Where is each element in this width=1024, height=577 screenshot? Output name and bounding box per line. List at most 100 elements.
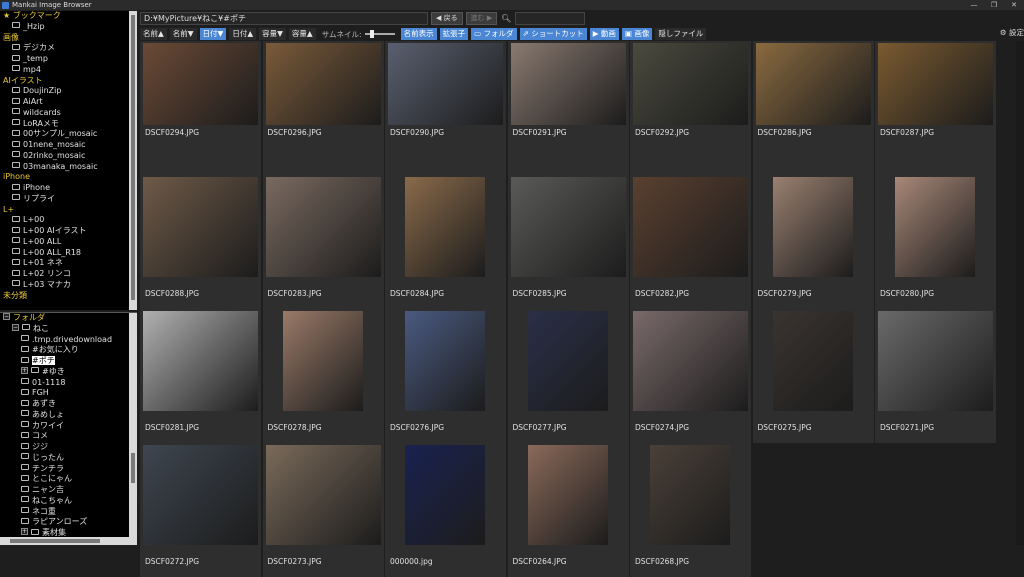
thumbnail-item[interactable]: DSCF0286.JPG [752,41,874,175]
filter-toggle[interactable]: ⇗ ショートカット [519,28,587,40]
tree-item[interactable]: L+00 ALL [0,237,137,248]
tree-item[interactable]: L+03 マナカ [0,280,137,291]
forward-button[interactable]: 進む ▶ [465,11,498,25]
tree-item[interactable]: + #ゆき [0,366,137,378]
tree-item[interactable]: とこにゃん [0,474,137,485]
thumbnail-item[interactable]: DSCF0287.JPG [875,41,996,175]
tree-item[interactable]: FGH [0,388,137,399]
tree-item[interactable]: ネコ重 [0,507,137,518]
tree-item[interactable]: カワイイ [0,421,137,432]
thumbnail-item[interactable]: DSCF0275.JPG [752,309,874,443]
thumbnail-item[interactable]: DSCF0288.JPG [140,175,261,309]
tree-item[interactable]: チンチラ [0,464,137,475]
thumbnail-item[interactable]: DSCF0276.JPG [385,309,506,443]
thumbnail-item[interactable]: 000000.jpg [385,443,506,577]
sort-button[interactable]: 日付▼ [199,28,227,40]
filter-toggle[interactable]: ▶ 動画 [589,28,619,40]
thumbnail-item[interactable]: DSCF0271.JPG [875,309,996,443]
tree-item[interactable]: 00サンプル_mosaic [0,129,137,140]
tree-item[interactable]: じったん [0,453,137,464]
tree-item[interactable]: ねこちゃん [0,496,137,507]
tree-item[interactable]: iPhone [0,172,137,183]
tree-item[interactable]: DoujinZip [0,86,137,97]
thumbnail-item[interactable]: DSCF0281.JPG [140,309,261,443]
tree-item[interactable]: L+00 [0,215,137,226]
tree-item[interactable]: L+02 リンコ [0,269,137,280]
thumbnail-item[interactable]: DSCF0264.JPG [507,443,629,577]
tree-item[interactable]: 02rinko_mosaic [0,151,137,162]
tree-item[interactable]: L+01 ネネ [0,258,137,269]
tree-item[interactable]: ジジ [0,442,137,453]
filter-toggle[interactable]: 拡張子 [439,28,469,40]
tree-item[interactable]: − ねこ [0,323,137,335]
sort-button[interactable]: 日付▲ [229,28,257,40]
folder-tree-hscrollbar[interactable] [0,537,137,545]
thumbnail-item[interactable]: DSCF0272.JPG [140,443,261,577]
thumbnail-item[interactable]: DSCF0296.JPG [262,41,384,175]
tree-item[interactable]: − フォルダ [0,313,137,324]
tree-item[interactable]: LoRAメモ [0,119,137,130]
thumbnail-item[interactable]: DSCF0278.JPG [262,309,384,443]
thumbnail-item[interactable]: DSCF0280.JPG [875,175,996,309]
thumbnail-item[interactable]: DSCF0294.JPG [140,41,261,175]
thumbnail-item[interactable]: DSCF0285.JPG [507,175,629,309]
expand-icon[interactable]: + [21,366,28,374]
filter-toggle[interactable]: 名前表示 [400,28,437,40]
thumbnail-size-slider[interactable] [364,28,395,40]
tree-item[interactable]: コメ [0,431,137,442]
thumbnail-item[interactable]: DSCF0273.JPG [262,443,384,577]
tree-item[interactable]: ラピアンローズ [0,517,137,528]
tree-item[interactable]: iPhone [0,183,137,194]
thumbnail-item[interactable]: DSCF0284.JPG [385,175,506,309]
close-button[interactable]: ✕ [1004,0,1024,10]
tree-item[interactable]: あずき [0,399,137,410]
thumbnail-item[interactable]: DSCF0292.JPG [630,41,751,175]
thumbnail-item[interactable]: DSCF0283.JPG [262,175,384,309]
thumbnail-item[interactable]: DSCF0268.JPG [630,443,751,577]
tree-item[interactable]: wildcards [0,108,137,119]
search-input[interactable] [515,11,586,25]
tree-item[interactable]: ニャン吉 [0,485,137,496]
tree-item[interactable]: _Hzip [0,22,137,33]
bookmark-tree-scrollbar[interactable] [129,11,137,310]
back-button[interactable]: ◀ 戻る [431,11,463,25]
tree-item[interactable]: 未分類 [0,291,137,302]
tree-item[interactable]: 画像 [0,33,137,44]
filter-toggle[interactable]: ▣ 画像 [621,28,653,40]
thumbnail-item[interactable]: DSCF0291.JPG [507,41,629,175]
tree-item[interactable]: _temp [0,54,137,65]
filter-toggle[interactable]: 隠しファイル [655,28,707,40]
tree-item[interactable]: L+00 AIイラスト [0,226,137,237]
thumbnail-item[interactable]: DSCF0279.JPG [752,175,874,309]
tree-item[interactable]: #お気に入り [0,345,137,356]
sort-button[interactable]: 容量▲ [288,28,316,40]
tree-item[interactable]: リプライ [0,194,137,205]
tree-item[interactable]: L+00 ALL_R18 [0,248,137,259]
filter-toggle[interactable]: ▭ フォルダ [471,28,517,40]
tree-item[interactable]: 01-1118 [0,378,137,389]
minimize-button[interactable]: — [964,0,984,10]
thumbnail-item[interactable]: DSCF0277.JPG [507,309,629,443]
sort-button[interactable]: 容量▼ [259,28,286,40]
sort-button[interactable]: 名前▼ [169,28,197,40]
path-input[interactable]: D:¥MyPicture¥ねこ¥#ポチ [140,11,428,25]
sort-button[interactable]: 名前▲ [140,28,167,40]
tree-item[interactable]: 03manaka_mosaic [0,162,137,173]
tree-item[interactable]: AIイラスト [0,76,137,87]
tree-item[interactable]: .tmp.drivedownload [0,335,137,346]
thumbnail-item[interactable]: DSCF0282.JPG [630,175,751,309]
tree-item[interactable]: ★ ブックマーク [0,11,137,22]
tree-item[interactable]: #ポチ [0,356,137,367]
collapse-icon[interactable]: − [12,323,19,331]
tree-item[interactable]: あめしょ [0,410,137,421]
thumbnail-grid-scrollbar[interactable] [1016,41,1024,545]
tree-item[interactable]: デジカメ [0,43,137,54]
tree-item[interactable]: 01nene_mosaic [0,140,137,151]
settings-button[interactable]: ⚙ 設定 [1000,27,1024,39]
maximize-button[interactable]: ❐ [984,0,1004,10]
tree-item[interactable]: AiArt [0,97,137,108]
collapse-icon[interactable]: − [3,313,10,320]
expand-icon[interactable]: + [21,528,28,535]
thumbnail-item[interactable]: DSCF0274.JPG [630,309,751,443]
folder-tree-scrollbar[interactable] [129,313,137,538]
